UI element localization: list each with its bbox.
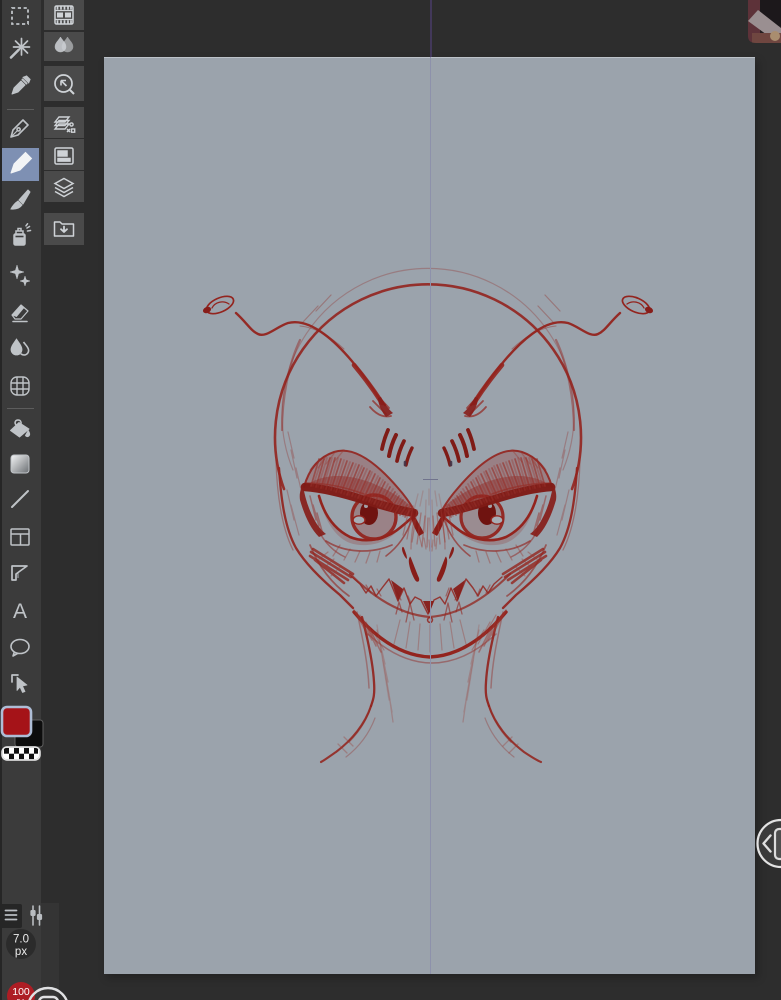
svg-text:7.0: 7.0 (13, 934, 29, 946)
svg-text:px: px (15, 946, 27, 958)
svg-text:A: A (13, 600, 27, 623)
